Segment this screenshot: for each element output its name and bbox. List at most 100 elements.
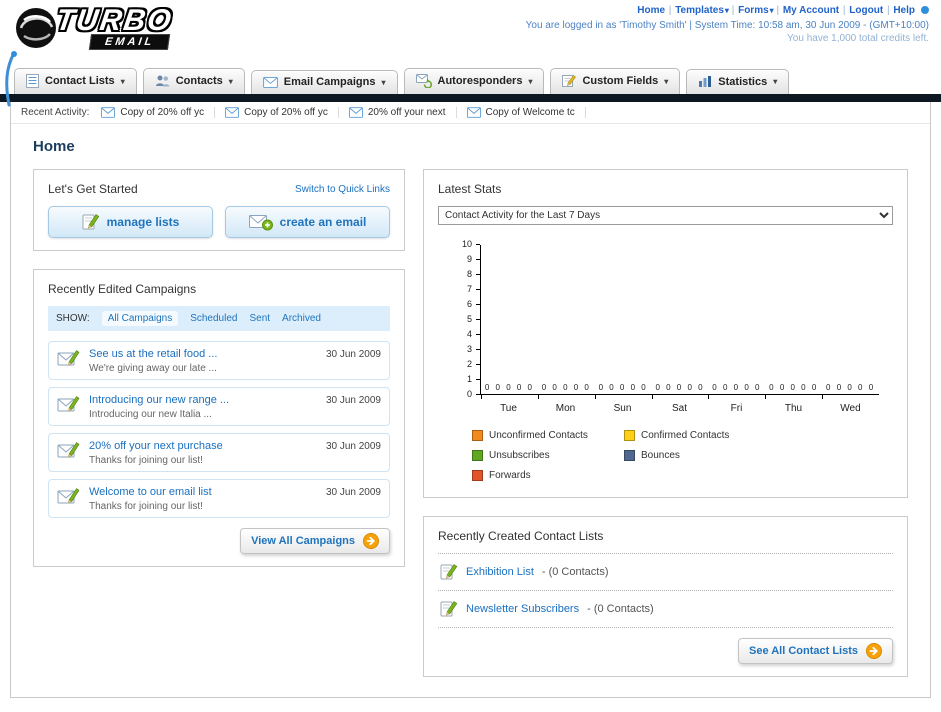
campaign-row[interactable]: Introducing our new range ... Introducin… <box>48 387 390 426</box>
bar-value-labels: 0 0 0 0 0 <box>769 383 819 392</box>
view-all-campaigns-button[interactable]: View All Campaigns <box>240 528 390 554</box>
y-tick-label: 3 <box>466 344 472 354</box>
campaign-title-link[interactable]: 20% off your next purchase <box>89 440 223 452</box>
legend-swatch <box>472 470 483 481</box>
chart-group-fri: 0 0 0 0 0 <box>708 245 765 399</box>
y-tick-label: 8 <box>466 269 472 279</box>
nav-tab-contact-lists[interactable]: Contact Lists ▾ <box>14 68 137 94</box>
separator: | <box>728 5 738 16</box>
nav-tab-email-campaigns[interactable]: Email Campaigns ▾ <box>250 70 398 94</box>
main-nav-tab-bar: Contact Lists ▾ Contacts ▾ Email Campaig… <box>0 64 941 94</box>
contact-list-count: - (0 Contacts) <box>541 566 609 578</box>
header-right: Home | Templates▾ | Forms▾ | My Account … <box>526 5 929 44</box>
envelope-pencil-icon <box>57 393 81 414</box>
contact-lists-title: Recently Created Contact Lists <box>438 529 604 543</box>
campaign-row[interactable]: See us at the retail food ... We're givi… <box>48 341 390 380</box>
chevron-down-icon: ▾ <box>228 76 233 86</box>
bar-value-labels: 0 0 0 0 0 <box>826 383 876 392</box>
filter-sent[interactable]: Sent <box>249 313 270 324</box>
y-tick-label: 6 <box>466 299 472 309</box>
campaign-title-link[interactable]: Welcome to our email list <box>89 486 212 498</box>
campaigns-filter-bar: SHOW: All Campaigns Scheduled Sent Archived <box>48 306 390 331</box>
stats-title: Latest Stats <box>438 182 502 196</box>
logo-text-email: EMAIL <box>88 34 171 50</box>
chart-legend: Unconfirmed Contacts Confirmed Contacts … <box>472 430 893 481</box>
envelope-icon <box>101 107 116 118</box>
top-link-help[interactable]: Help <box>893 5 915 16</box>
top-link-logout[interactable]: Logout <box>849 5 883 16</box>
y-tick-label: 10 <box>461 239 472 249</box>
create-an-email-button[interactable]: create an email <box>225 206 390 238</box>
chevron-down-icon: ▾ <box>381 77 386 87</box>
y-tick-label: 4 <box>466 329 472 339</box>
nav-tab-contacts[interactable]: Contacts ▾ <box>142 68 245 94</box>
chart-group-sun: 0 0 0 0 0 <box>594 245 652 399</box>
contact-list-link[interactable]: Exhibition List <box>466 566 534 578</box>
contact-lists-panel: Recently Created Contact Lists Exhibitio… <box>423 516 908 677</box>
campaign-date: 30 Jun 2009 <box>325 349 381 360</box>
campaign-title-link[interactable]: See us at the retail food ... <box>89 348 217 360</box>
top-link-my-account[interactable]: My Account <box>783 5 839 16</box>
recent-activity-item[interactable]: Copy of 20% off yc <box>225 107 339 118</box>
top-link-home[interactable]: Home <box>637 5 665 16</box>
campaign-title-link[interactable]: Introducing our new range ... <box>89 394 229 406</box>
legend-swatch <box>472 430 483 441</box>
campaign-row[interactable]: 20% off your next purchase Thanks for jo… <box>48 433 390 472</box>
nav-tab-autoresponders[interactable]: Autoresponders ▾ <box>403 68 545 94</box>
stats-activity-select[interactable]: Contact Activity for the Last 7 Days <box>438 206 893 225</box>
top-link-templates[interactable]: Templates <box>675 5 724 16</box>
campaigns-title: Recently Edited Campaigns <box>48 282 197 296</box>
recent-activity-item[interactable]: Copy of Welcome tc <box>466 107 586 118</box>
x-axis-label: Sun <box>613 403 632 414</box>
logo-swirl-icon <box>14 6 60 50</box>
legend-item: Forwards <box>472 470 624 481</box>
envelope-pencil-icon <box>57 347 81 368</box>
contact-activity-chart: 0 1 2 3 4 5 6 7 8 9 10 0 0 0 0 00 0 0 0 00 0 0 0 0… <box>452 240 893 414</box>
campaign-date: 30 Jun 2009 <box>325 395 381 406</box>
get-started-buttons: manage lists create an email <box>48 206 390 238</box>
get-started-panel: Let's Get Started Switch to Quick Links … <box>33 169 405 251</box>
contact-list-item[interactable]: Exhibition List - (0 Contacts) <box>438 554 893 591</box>
y-tick-label: 7 <box>466 284 472 294</box>
bar-value-labels: 0 0 0 0 0 <box>712 383 762 392</box>
separator: | <box>666 5 675 16</box>
x-tick-mark <box>481 394 482 399</box>
show-label: SHOW: <box>56 313 90 324</box>
legend-swatch <box>624 430 635 441</box>
arrow-circle-icon <box>363 533 379 549</box>
filter-archived[interactable]: Archived <box>282 313 321 324</box>
legend-swatch <box>624 450 635 461</box>
legend-item: Unconfirmed Contacts <box>472 430 624 441</box>
chevron-down-icon: ▾ <box>528 76 533 86</box>
y-tick-label: 9 <box>466 254 472 264</box>
x-axis-label: Mon <box>555 403 576 414</box>
x-tick-mark <box>822 394 824 399</box>
recent-activity-item[interactable]: Copy of 20% off yc <box>101 107 216 118</box>
bar-value-labels: 0 0 0 0 0 <box>598 383 648 392</box>
campaign-row[interactable]: Welcome to our email list Thanks for joi… <box>48 479 390 518</box>
recent-activity-label: Recent Activity: <box>21 107 90 118</box>
filter-all-campaigns[interactable]: All Campaigns <box>101 311 179 326</box>
page-title: Home <box>33 138 75 155</box>
chart-group-mon: 0 0 0 0 0 <box>537 245 595 399</box>
manage-lists-button[interactable]: manage lists <box>48 206 213 238</box>
chart-group-wed: 0 0 0 0 0 <box>822 245 879 399</box>
get-started-title: Let's Get Started <box>48 182 138 196</box>
bar-value-labels: 0 0 0 0 0 <box>655 383 705 392</box>
contact-list-count: - (0 Contacts) <box>587 603 654 615</box>
separator: | <box>884 5 893 16</box>
recent-activity-item[interactable]: 20% off your next <box>348 107 457 118</box>
see-all-contact-lists-button[interactable]: See All Contact Lists <box>737 638 893 664</box>
contacts-icon <box>155 74 170 88</box>
nav-tab-custom-fields[interactable]: Custom Fields ▾ <box>550 68 681 94</box>
contact-lists-icon <box>26 74 39 88</box>
logo-text-turbo: TURBO <box>53 4 176 37</box>
contact-list-item[interactable]: Newsletter Subscribers - (0 Contacts) <box>438 591 893 628</box>
filter-scheduled[interactable]: Scheduled <box>190 313 237 324</box>
switch-quick-links-link[interactable]: Switch to Quick Links <box>295 184 390 195</box>
separator: | <box>773 5 782 16</box>
x-axis-label: Wed <box>840 403 861 414</box>
nav-tab-statistics[interactable]: Statistics ▾ <box>686 69 790 94</box>
contact-list-link[interactable]: Newsletter Subscribers <box>466 603 579 615</box>
top-link-forms[interactable]: Forms <box>738 5 769 16</box>
